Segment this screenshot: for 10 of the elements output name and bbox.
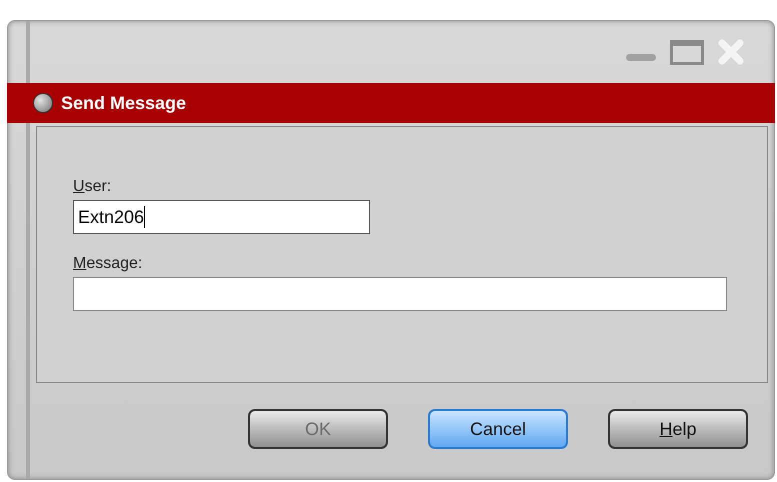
maximize-icon[interactable]: [670, 40, 704, 64]
input-field[interactable]: [73, 277, 727, 311]
dialog-button[interactable]: Cancel: [428, 409, 568, 449]
window-title: Send Message: [61, 92, 186, 115]
field-label: User:: [73, 177, 112, 197]
input-field[interactable]: Extn206: [73, 200, 370, 234]
minimize-icon[interactable]: [626, 54, 656, 60]
dialog-button[interactable]: Help: [608, 409, 748, 449]
field-label: Message:: [73, 254, 144, 274]
close-icon[interactable]: [718, 39, 744, 65]
